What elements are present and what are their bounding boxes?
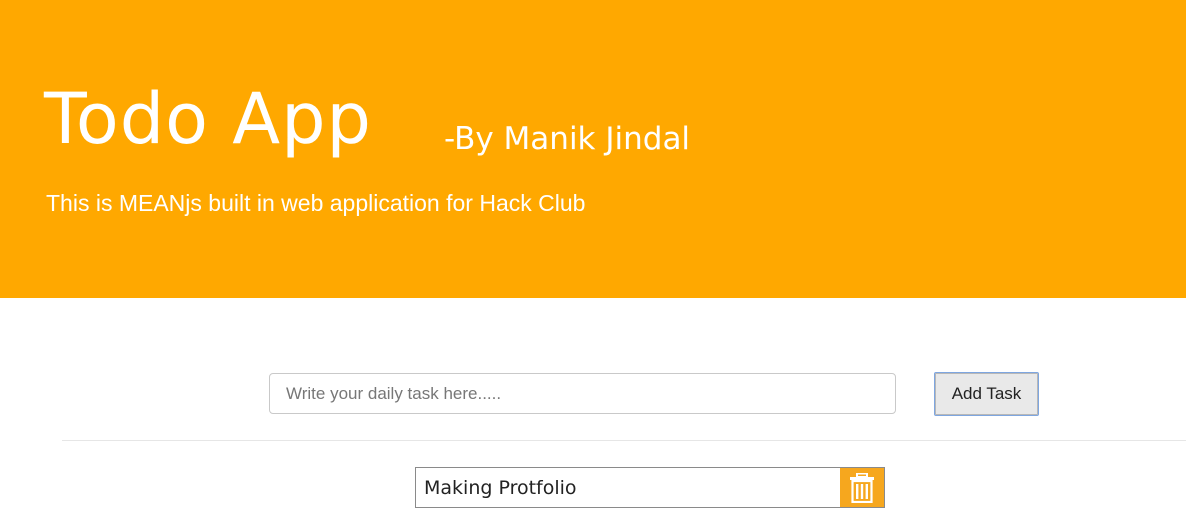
author-credit: -By Manik Jindal [444, 121, 691, 157]
task-item: Making Protfolio [415, 467, 885, 508]
divider [62, 440, 1186, 441]
trash-icon [850, 472, 874, 503]
app-description: This is MEANjs built in web application … [46, 190, 586, 216]
task-text: Making Protfolio [424, 477, 577, 499]
hero-banner: Todo App -By Manik Jindal This is MEANjs… [0, 0, 1186, 298]
delete-task-button[interactable] [840, 468, 884, 507]
add-task-button[interactable]: Add Task [934, 372, 1039, 416]
app-title: Todo App [44, 78, 372, 160]
task-input[interactable] [269, 373, 896, 414]
